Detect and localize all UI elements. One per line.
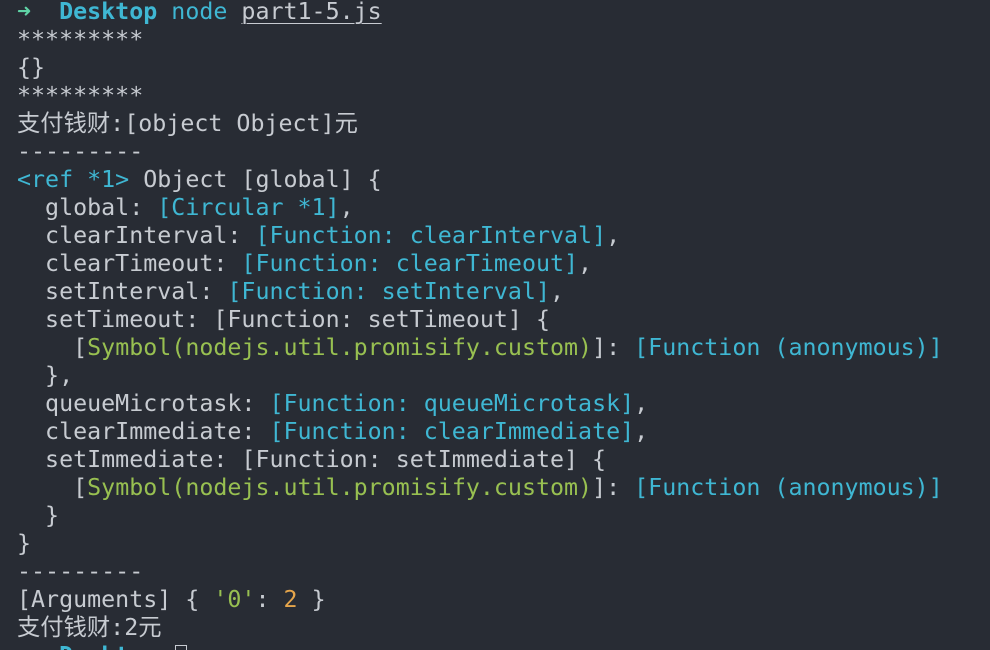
terminal-line: --------- [17,558,143,586]
terminal-text-segment: Object [global] { [129,166,382,193]
terminal-line: ********* [17,26,143,54]
terminal-text-segment: --------- [17,138,144,165]
terminal-text-segment: ********* [17,26,144,53]
terminal-text-segment: clearInterval: [17,222,256,249]
terminal-text-segment: 支付钱财:2元 [17,614,162,641]
terminal-text-segment: setImmediate: [Function: setImmediate] { [17,446,607,473]
terminal-text-segment: ➜ [17,0,60,25]
terminal-line: global: [Circular *1], [17,194,354,222]
terminal-line: ********* [17,82,143,110]
terminal-window[interactable]: ➜ Desktop node part1-5.js *********{} ****… [0,0,990,650]
terminal-text-segment: Symbol(nodejs.util.promisify.custom) [87,474,593,501]
terminal-line: }, [17,362,73,390]
terminal-line: } [17,502,59,530]
terminal-text-segment: [Function: queueMicrotask] [269,390,635,417]
terminal-text-segment: : [255,586,284,613]
terminal-text-segment: , [339,194,354,221]
terminal-text-segment: } [297,586,326,613]
terminal-text-segment: ]: [592,334,635,361]
hollow-block-cursor [175,645,188,650]
terminal-line: clearTimeout: [Function: clearTimeout], [17,250,592,278]
terminal-text-segment: , [578,250,593,277]
terminal-text-segment: , [634,390,649,417]
terminal-text-segment: [Function (anonymous)] [634,474,943,501]
terminal-line: 支付钱财:2元 [17,614,162,642]
terminal-text-segment: } [17,502,60,529]
terminal-text-segment: node [157,0,242,25]
terminal-text-segment: ********* [17,82,144,109]
terminal-text-segment: global: [17,194,158,221]
terminal-line: } [17,530,31,558]
terminal-text-segment: , [606,222,621,249]
terminal-line: 支付钱财:[object Object]元 [17,110,358,138]
terminal-line: clearInterval: [Function: clearInterval]… [17,222,620,250]
terminal-line: queueMicrotask: [Function: queueMicrotas… [17,390,648,418]
terminal-line: [Symbol(nodejs.util.promisify.custom)]: … [17,474,943,502]
terminal-line: clearImmediate: [Function: clearImmediat… [17,418,648,446]
terminal-text-segment: [ [17,334,88,361]
terminal-text-segment: setInterval: [17,278,228,305]
terminal-text-segment: --------- [17,558,144,585]
terminal-text-segment: <ref *1> [17,166,130,193]
terminal-text-segment: Desktop [59,642,157,650]
terminal-line: <ref *1> Object [global] { [17,166,382,194]
terminal-line: setTimeout: [Function: setTimeout] { [17,306,550,334]
terminal-line: ➜ Desktop node part1-5.js [17,0,382,26]
terminal-text-segment: , [550,278,565,305]
terminal-text-segment: [Function: clearInterval] [255,222,607,249]
terminal-text-segment: [Arguments] { [17,586,214,613]
terminal-text-segment: [Function (anonymous)] [634,334,943,361]
terminal-text-segment: '0' [213,586,256,613]
terminal-line: {} [17,54,45,82]
terminal-text-segment: 2 [283,586,298,613]
terminal-line: setInterval: [Function: setInterval], [17,278,564,306]
terminal-line: ➜ Desktop [17,642,188,650]
terminal-text-segment: } [17,530,32,557]
terminal-text-segment: [Circular *1] [157,194,340,221]
terminal-text-segment: part1-5.js [241,0,382,25]
terminal-text-segment: {} [17,54,46,81]
terminal-text-segment: clearTimeout: [17,250,242,277]
terminal-text-segment: ➜ [17,642,59,650]
terminal-line: --------- [17,138,143,166]
terminal-text-segment: setTimeout: [Function: setTimeout] { [17,306,550,333]
terminal-text-segment: , [634,418,649,445]
terminal-text-segment: clearImmediate: [17,418,270,445]
terminal-text-segment: Desktop [59,0,158,25]
terminal-text-segment: [Function: clearTimeout] [241,250,579,277]
terminal-line: setImmediate: [Function: setImmediate] { [17,446,606,474]
terminal-text-segment: [Function: clearImmediate] [269,418,635,445]
terminal-line: [Symbol(nodejs.util.promisify.custom)]: … [17,334,943,362]
terminal-text-segment: 支付钱财:[object Object]元 [17,110,358,137]
terminal-text-segment: ]: [592,474,635,501]
terminal-text-segment: queueMicrotask: [17,390,270,417]
terminal-text-segment: [ [17,474,88,501]
terminal-line: [Arguments] { '0': 2 } [17,586,326,614]
terminal-text-segment: [Function: setInterval] [227,278,550,305]
terminal-text-segment: Symbol(nodejs.util.promisify.custom) [87,334,593,361]
terminal-text-segment: }, [17,362,74,389]
